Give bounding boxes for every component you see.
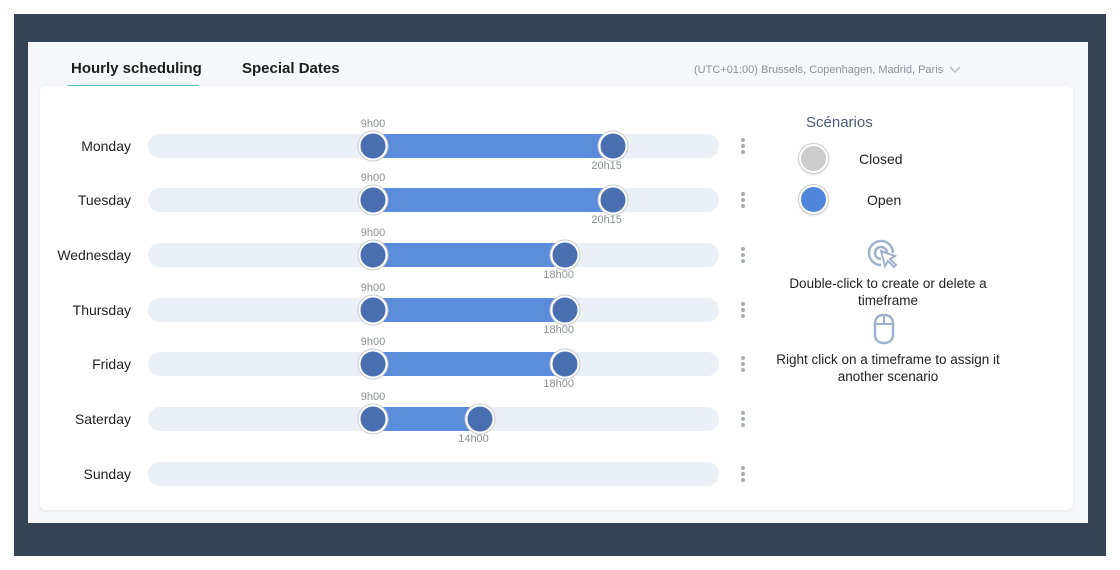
end-time-label: 18h00 (543, 378, 574, 390)
double-click-hint: Double-click to create or delete a timef… (789, 276, 987, 308)
right-click-hint: Right click on a timeframe to assign it … (776, 352, 1000, 384)
start-time-label: 9h00 (360, 172, 386, 184)
end-time-label: 20h15 (591, 160, 622, 172)
tab-special-dates[interactable]: Special Dates (242, 60, 340, 77)
timeline-track[interactable] (148, 462, 719, 486)
start-time-label: 9h00 (360, 336, 386, 348)
row-more-icon[interactable] (740, 302, 746, 318)
day-label-sunday: Sunday (83, 466, 131, 482)
start-handle[interactable] (358, 349, 388, 379)
open-timeframe[interactable] (373, 352, 565, 376)
end-handle[interactable] (465, 404, 494, 434)
end-time-label: 20h15 (591, 214, 622, 226)
end-handle[interactable] (550, 295, 580, 325)
start-handle[interactable] (358, 404, 388, 434)
end-handle[interactable] (550, 240, 580, 270)
scenarios-title: Scénarios (806, 114, 873, 131)
timezone-value: (UTC+01:00) Brussels, Copenhagen, Madrid… (694, 64, 944, 76)
start-handle[interactable] (358, 295, 388, 325)
end-time-label: 18h00 (543, 324, 574, 336)
timezone-select[interactable]: (UTC+01:00) Brussels, Copenhagen, Madrid… (694, 64, 961, 76)
row-more-icon[interactable] (740, 247, 746, 263)
tab-hourly-scheduling[interactable]: Hourly scheduling (71, 60, 202, 77)
start-time-label: 9h00 (360, 391, 386, 403)
scenario-open-swatch[interactable] (799, 185, 828, 214)
start-handle[interactable] (358, 185, 388, 215)
row-more-icon[interactable] (740, 411, 746, 427)
open-timeframe[interactable] (373, 134, 613, 158)
open-timeframe[interactable] (373, 243, 565, 267)
scenario-closed-swatch[interactable] (799, 144, 828, 173)
day-label-monday: Monday (81, 138, 131, 154)
row-more-icon[interactable] (740, 138, 746, 154)
start-time-label: 9h00 (360, 227, 386, 239)
day-label-wednesday: Wednesday (57, 247, 131, 263)
day-label-tuesday: Tuesday (77, 192, 131, 208)
open-timeframe[interactable] (373, 188, 613, 212)
row-more-icon[interactable] (740, 192, 746, 208)
day-label-thursday: Thursday (72, 302, 131, 318)
end-handle[interactable] (598, 131, 628, 161)
chevron-down-icon (949, 66, 961, 74)
open-timeframe[interactable] (373, 298, 565, 322)
start-time-label: 9h00 (360, 282, 386, 294)
start-handle[interactable] (358, 240, 388, 270)
end-handle[interactable] (550, 349, 580, 379)
row-more-icon[interactable] (740, 356, 746, 372)
day-label-saterday: Saterday (74, 411, 131, 427)
day-label-friday: Friday (92, 356, 131, 372)
row-more-icon[interactable] (740, 466, 746, 482)
start-handle[interactable] (358, 131, 388, 161)
end-time-label: 14h00 (458, 433, 489, 445)
scenario-open-label: Open (867, 192, 902, 208)
end-time-label: 18h00 (543, 269, 574, 281)
scenario-closed-label: Closed (859, 151, 903, 167)
open-timeframe[interactable] (373, 407, 480, 431)
start-time-label: 9h00 (360, 118, 386, 130)
mouse-icon (873, 313, 895, 345)
end-handle[interactable] (598, 185, 628, 215)
double-click-icon (867, 239, 898, 269)
